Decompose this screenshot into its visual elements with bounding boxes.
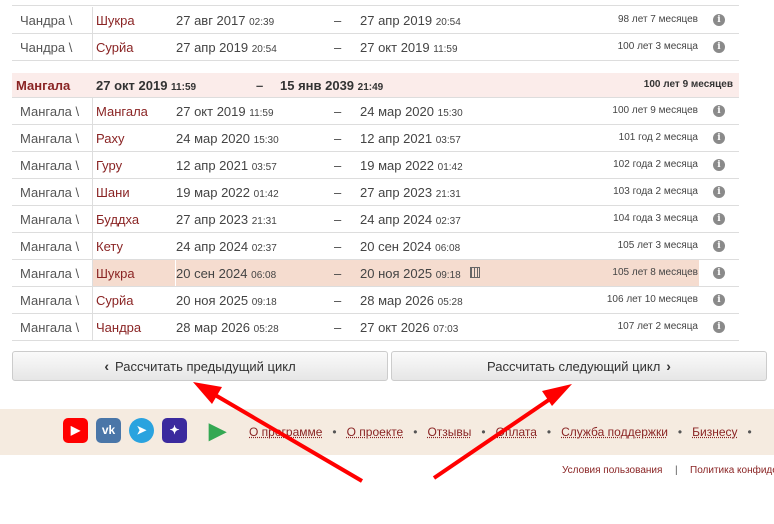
annotation-arrows bbox=[193, 382, 572, 483]
arrow-right bbox=[432, 384, 572, 480]
page: Чандра \ Шукра 27 авг 2017 02:39–27 апр 20… bbox=[0, 0, 774, 524]
arrow-left bbox=[193, 382, 364, 483]
